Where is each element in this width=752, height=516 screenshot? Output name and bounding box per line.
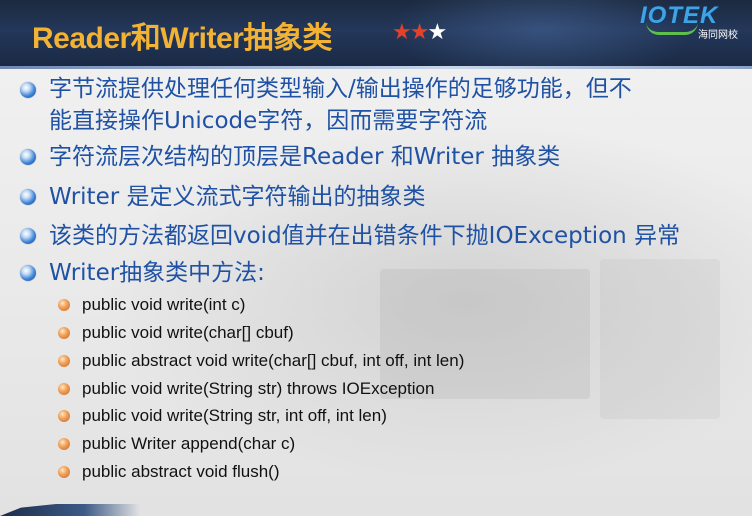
star-empty-icon: ★	[427, 20, 447, 45]
bullet-item-text: 该类的方法都返回void值并在出错条件下抛IOException 异常	[49, 223, 681, 249]
sub-bullet-icon	[58, 355, 70, 367]
star-filled-icon: ★	[392, 20, 412, 45]
method-text: public void write(String str, int off, i…	[82, 406, 387, 425]
bullet-item-text: Writer 是定义流式字符输出的抽象类	[49, 184, 426, 210]
method-text: public Writer append(char c)	[82, 434, 296, 453]
sub-bullet-icon	[58, 383, 70, 395]
method-text: public abstract void write(char[] cbuf, …	[82, 351, 465, 370]
star-filled-icon: ★	[409, 20, 430, 45]
sub-bullet-icon	[58, 327, 70, 339]
logo-subtitle: 海同网校	[698, 30, 738, 41]
sub-bullet-icon	[58, 410, 70, 422]
slide-title: Reader和Writer抽象类	[32, 22, 332, 55]
bullet-item-text: 字符流层次结构的顶层是Reader 和Writer 抽象类	[49, 144, 561, 170]
method-text: public abstract void flush()	[82, 462, 280, 481]
bullet-icon	[20, 228, 36, 244]
method-text: public void write(char[] cbuf)	[82, 323, 294, 342]
difficulty-stars: ★★★	[392, 20, 447, 45]
sub-bullet-icon	[58, 466, 70, 478]
sub-bullet-icon	[58, 438, 70, 450]
slide-header: Reader和Writer抽象类 ★★★ IOTEK 海同网校	[0, 0, 752, 66]
sub-bullet-icon	[58, 299, 70, 311]
bullet-icon	[20, 149, 36, 165]
bullet-item-text: 字节流提供处理任何类型输入/输出操作的足够功能，但不	[49, 76, 632, 102]
method-text: public void write(String str) throws IOE…	[82, 379, 435, 398]
bullet-icon	[20, 265, 36, 281]
bullet-icon	[20, 189, 36, 205]
bullet-item-text: Writer抽象类中方法:	[49, 260, 265, 286]
bullet-item-text: 能直接操作Unicode字符，因而需要字符流	[49, 108, 488, 134]
background-monitor-image	[600, 259, 720, 419]
bullet-icon	[20, 82, 36, 98]
method-text: public void write(int c)	[82, 295, 246, 314]
iotek-logo: IOTEK 海同网校	[640, 2, 746, 41]
